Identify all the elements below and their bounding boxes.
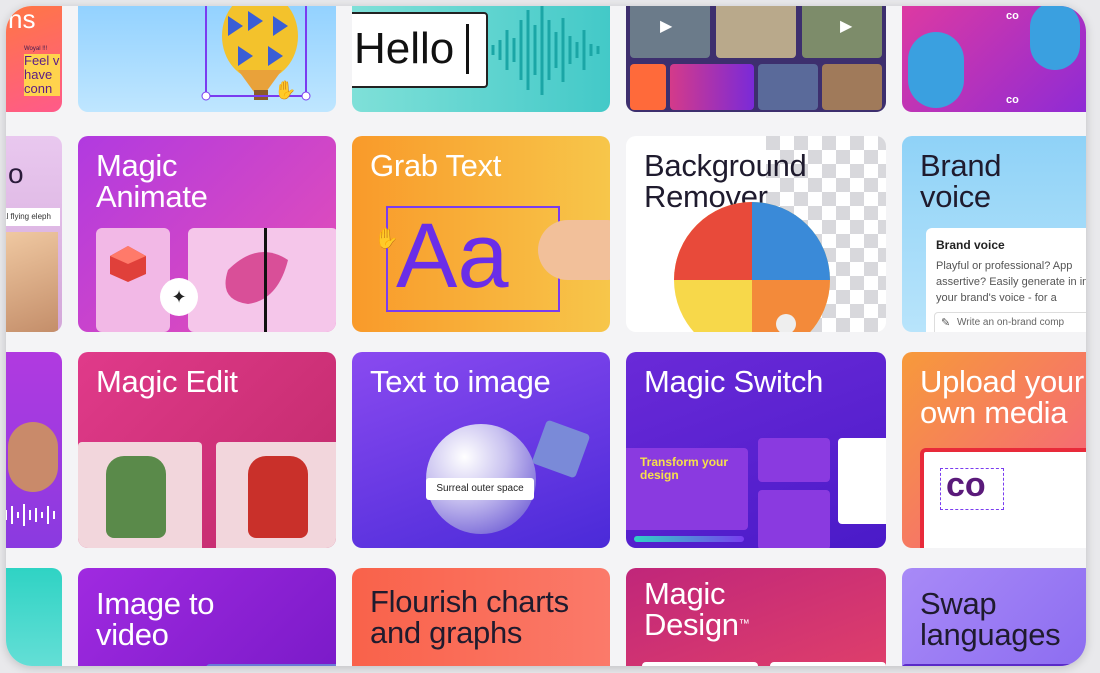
card-partial-left-row4[interactable] [6,568,62,666]
language-panel [902,664,1086,666]
audio-waveform [6,504,55,526]
card-text-to-image[interactable]: Text to image Surreal outer space [352,352,610,548]
thumb-6 [758,64,818,110]
prompt-chip[interactable]: Surreal outer space [426,478,534,500]
switch-slide-small [758,438,830,482]
artwork [6,232,58,332]
cube-object [531,419,591,479]
portrait-circle [908,32,964,108]
title-magic-design: Magic Design™ [644,578,794,640]
hand-cursor-icon: ✋ [374,228,399,250]
panel-heading: Brand voice [936,238,1005,252]
title-magic-switch: Magic Switch [644,364,824,399]
card-partial-left-row3[interactable] [6,352,62,548]
title-brand-voice: Brand voice [920,148,1002,214]
title-upload: Upload your own media [920,364,1084,430]
sparkle-icon[interactable]: ✦ [160,278,198,316]
magic-pen-icon: ✎ [941,317,951,329]
trademark: ™ [738,618,750,630]
card-partial-left-row2[interactable]: o al flying eleph [6,136,62,332]
video-preview [206,664,336,666]
card-background-remover[interactable]: Background Remover [626,136,886,332]
audio-waveform [491,6,600,95]
title-text-to-image: Text to image [370,364,551,399]
partial-text: Feel v have conn [24,53,60,96]
timeline-line [264,228,267,332]
card-balloon[interactable]: ✋ [78,6,336,112]
title-magic-animate: Magic Animate [96,148,208,214]
thumb-2 [716,6,796,58]
partial-title-row1: ns [8,6,36,34]
panel-body: Playful or professional? App assertive? … [936,260,1086,304]
brand-voice-placeholder: Write an on-brand comp [957,317,1065,328]
cube-shape [110,246,146,282]
thumb-7 [822,64,882,110]
backpack-red [248,456,308,538]
hand-illustration [538,220,610,280]
card-image-to-video[interactable]: Image to video [78,568,336,666]
person-photo [8,422,58,492]
title-flourish: Flourish charts and graphs [370,584,569,650]
text-cursor [466,24,469,74]
card-portraits[interactable]: co co [902,6,1086,112]
prompt-text: Surreal outer space [436,483,524,494]
thumb-4 [630,64,666,110]
grab-text-sample: Aa [396,205,509,307]
brand-voice-input[interactable]: ✎ Write an on-brand comp [934,312,1086,332]
portrait-circle [1030,6,1080,70]
card-video-collage[interactable]: ▶ ▶ [626,6,886,112]
partial-caption: al flying eleph [6,208,60,226]
title-swap-languages: Swap languages [920,586,1061,652]
title-image-to-video: Image to video [96,586,215,652]
slide-text: Transform your design [640,455,729,482]
title-grab-text: Grab Text [370,148,502,183]
feature-gallery: ns Woyal !!! Feel v have conn ✋ Hello ▶ … [6,6,1086,666]
switch-progress [634,536,744,542]
hand-cursor-icon: ✋ [274,80,297,100]
title-magic-edit: Magic Edit [96,364,238,399]
card-magic-animate[interactable]: Magic Animate ✦ [78,136,336,332]
card-magic-switch[interactable]: Magic Switch Transform your design [626,352,886,548]
card-swap-languages[interactable]: Swap languages [902,568,1086,666]
pink-shape [225,252,288,304]
card-magic-design[interactable]: Magic Design™ [626,568,886,666]
switch-doc [838,438,886,524]
switch-slide-small [758,490,830,548]
logo-icon: co [1006,94,1019,106]
partial-title-row2: o [8,158,24,189]
beach-ball [674,202,830,332]
magic-design-text: Magic Design [644,576,739,642]
card-flourish[interactable]: Flourish charts and graphs [352,568,610,666]
logo-icon: co [1006,10,1019,22]
play-icon: ▶ [840,18,853,35]
brand-voice-panel: Brand voice Playful or professional? App… [926,228,1086,332]
design-thumb [642,662,758,666]
logo-text: co [946,466,986,504]
balloon-illustration [201,6,311,101]
card-hello[interactable]: Hello [352,6,610,112]
card-upload[interactable]: Upload your own media co [902,352,1086,548]
backpack-green [106,456,166,538]
hello-text: Hello [354,24,455,73]
partial-tag: Woyal !!! [24,46,48,52]
thumb-5 [670,64,754,110]
card-brand-voice[interactable]: Brand voice Brand voice Playful or profe… [902,136,1086,332]
card-partial-left-row1[interactable]: ns Woyal !!! Feel v have conn [6,6,62,112]
card-magic-edit[interactable]: Magic Edit [78,352,336,548]
design-thumb [770,662,886,666]
switch-slide-large: Transform your design [626,448,748,530]
card-grab-text[interactable]: Grab Text Aa ✋ [352,136,610,332]
play-icon: ▶ [660,18,673,35]
